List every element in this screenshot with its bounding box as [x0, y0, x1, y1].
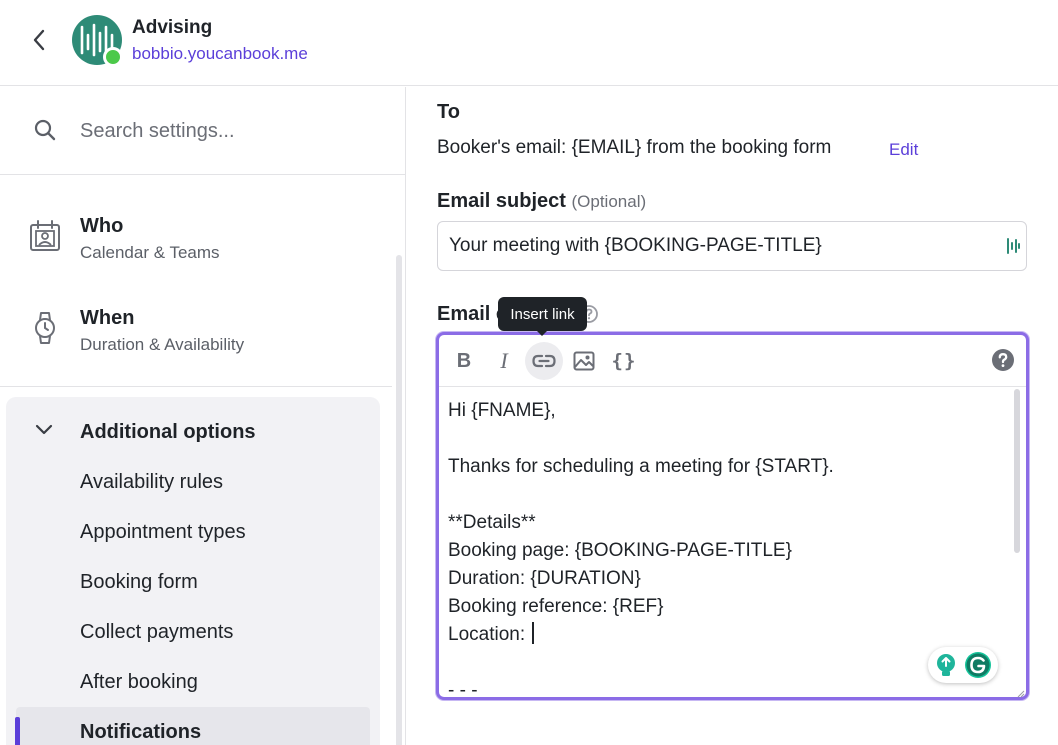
email-body-label: Email c: [437, 303, 508, 325]
additional-options-toggle[interactable]: Additional options: [6, 415, 380, 449]
sidebar-item-availability-rules[interactable]: Availability rules: [80, 471, 223, 494]
to-label: To: [437, 101, 460, 123]
sidebar-item-booking-form[interactable]: Booking form: [80, 571, 198, 594]
body-line: Thanks for scheduling a meeting for {STA…: [448, 456, 834, 477]
booking-page-url[interactable]: bobbio.youcanbook.me: [132, 44, 308, 64]
body-line: Duration: {DURATION}: [448, 568, 641, 589]
insert-link-tooltip: Insert link: [498, 297, 587, 331]
notification-editor-panel: To Booker's email: {EMAIL} from the book…: [407, 87, 1058, 745]
body-line: **Details**: [448, 512, 536, 533]
sidebar-item-when-title: When: [80, 307, 135, 329]
sidebar-item-who-title: Who: [80, 215, 124, 237]
bold-icon: B: [456, 349, 472, 372]
settings-search: [0, 87, 405, 175]
body-line: [448, 481, 1008, 509]
sidebar-item-collect-payments[interactable]: Collect payments: [80, 621, 233, 644]
email-body-editor[interactable]: B I {} Hi {FNAME}, Thanks for scheduling…: [436, 332, 1029, 701]
sidebar-item-appointment-types[interactable]: Appointment types: [80, 521, 246, 544]
edit-recipient-link[interactable]: Edit: [889, 140, 918, 160]
body-line: Hi {FNAME},: [448, 400, 556, 421]
chevron-left-icon: [33, 29, 45, 51]
body-line: - - -: [448, 680, 478, 701]
chevron-down-icon: [35, 424, 53, 435]
help-circle-icon[interactable]: [991, 348, 1015, 372]
sidebar-item-notifications[interactable]: Notifications: [80, 721, 201, 744]
search-icon: [34, 119, 56, 141]
italic-icon: I: [500, 348, 508, 373]
insert-variable-button[interactable]: {}: [605, 342, 643, 380]
image-icon: [573, 351, 595, 371]
body-line: [448, 425, 1008, 453]
location-text: Location:: [448, 624, 531, 645]
additional-options-title: Additional options: [80, 421, 256, 443]
search-input[interactable]: [80, 117, 380, 145]
body-line-location: Location:: [448, 621, 1008, 649]
body-line: Booking reference: {REF}: [448, 596, 664, 617]
tooltip-arrow: [536, 330, 548, 336]
text-caret: [532, 622, 534, 644]
link-icon: [532, 354, 556, 368]
sidebar-item-when-subtitle: Duration & Availability: [80, 335, 245, 354]
email-subject-label-text: Email subject: [437, 190, 566, 212]
watch-icon: [35, 312, 55, 344]
additional-options-group: Additional options Availability rules Ap…: [6, 397, 380, 745]
settings-sidebar: Who Calendar & Teams When Duration & Ava…: [0, 87, 406, 745]
body-line: [448, 649, 1008, 677]
sidebar-scrollbar[interactable]: [396, 255, 402, 745]
sidebar-item-after-booking[interactable]: After booking: [80, 671, 198, 694]
resize-handle-icon[interactable]: [1017, 690, 1025, 698]
italic-button[interactable]: I: [485, 342, 523, 380]
page-title: Advising: [132, 17, 213, 38]
email-subject-label: Email subject (Optional): [437, 190, 646, 213]
ycbm-icon[interactable]: [1006, 237, 1020, 255]
insert-image-button[interactable]: [565, 342, 603, 380]
header: Advising bobbio.youcanbook.me: [0, 0, 1058, 86]
grammarly-widget[interactable]: [928, 647, 998, 683]
sidebar-item-who-subtitle: Calendar & Teams: [80, 243, 220, 262]
lightbulb-icon: [937, 654, 955, 676]
sidebar-item-when[interactable]: When Duration & Availability: [0, 287, 390, 379]
email-subject-input[interactable]: [437, 221, 1027, 271]
editor-scrollbar[interactable]: [1014, 389, 1020, 553]
insert-link-button[interactable]: [525, 342, 563, 380]
email-body-text[interactable]: Hi {FNAME}, Thanks for scheduling a meeti…: [448, 397, 1008, 705]
sidebar-item-who[interactable]: Who Calendar & Teams: [0, 195, 390, 287]
sidebar-divider: [0, 386, 392, 387]
recipient-text: Booker's email: {EMAIL} from the booking…: [437, 137, 832, 158]
grammarly-icon: [965, 652, 991, 678]
calendar-person-icon: [30, 220, 60, 251]
braces-icon: {}: [611, 350, 637, 372]
bold-button[interactable]: B: [445, 342, 483, 380]
status-badge: [103, 47, 123, 67]
optional-hint: (Optional): [571, 192, 647, 211]
body-line: Booking page: {BOOKING-PAGE-TITLE}: [448, 540, 792, 561]
active-item-indicator: [15, 717, 20, 745]
back-button[interactable]: [26, 26, 52, 54]
editor-toolbar: B I {}: [439, 335, 1026, 387]
